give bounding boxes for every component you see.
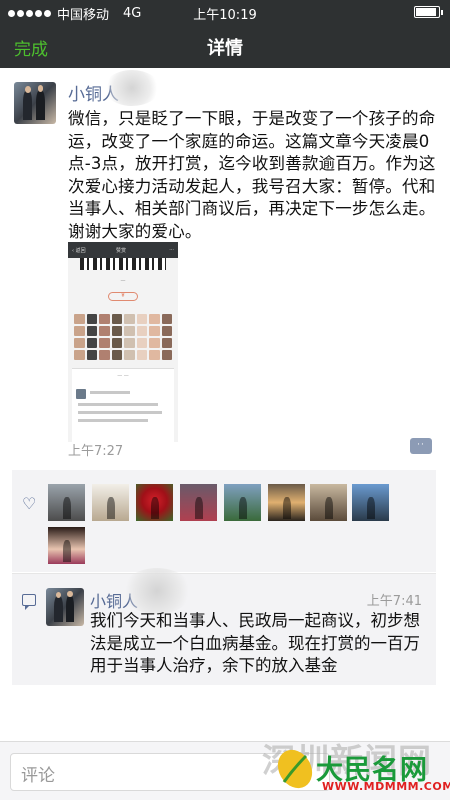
like-avatar-figure — [62, 496, 71, 520]
page-title: 详情 — [207, 38, 243, 59]
screenshot-thumb — [111, 350, 122, 360]
like-avatar[interactable] — [136, 484, 173, 521]
screenshot-thumb — [149, 338, 160, 348]
screenshot-thumb — [136, 326, 147, 336]
comment-item[interactable]: 小铜人 上午7:41 我们今天和当事人、民政局一起商议，初步想法是成立一个白血病… — [12, 568, 436, 685]
screenshot-thumb — [161, 338, 172, 348]
like-avatar-figure — [194, 496, 203, 520]
comment-name-blur-mask — [122, 568, 192, 614]
screenshot-thumb — [161, 326, 172, 336]
screenshot-thumb — [149, 314, 160, 324]
screenshot-comment-card: — — — [72, 368, 174, 442]
likes-panel: ♡ — [12, 470, 436, 572]
watermark-leaf-logo — [277, 749, 313, 789]
screenshot-small-text: — — [120, 278, 126, 284]
like-avatar[interactable] — [224, 484, 261, 521]
screenshot-thumb — [74, 350, 85, 360]
like-avatar-figure — [282, 496, 291, 520]
screenshot-thumb — [124, 326, 135, 336]
screenshot-thumb — [86, 338, 97, 348]
screenshot-thumb — [124, 338, 135, 348]
screenshot-avatar-grid — [74, 314, 172, 360]
like-avatar[interactable] — [268, 484, 305, 521]
screenshot-thumb — [74, 326, 85, 336]
screenshot-thumb — [86, 350, 97, 360]
moments-detail-screen: 中国移动 4G 上午10:19 完成 详情 小铜人 微信，只是眨了一下眼，于是改… — [0, 0, 450, 800]
watermark-url: WWW.MDMMM.COM — [322, 780, 450, 793]
heart-icon: ♡ — [22, 494, 37, 513]
screenshot-thumb — [149, 350, 160, 360]
screenshot-thumb — [111, 338, 122, 348]
like-avatar[interactable] — [310, 484, 347, 521]
like-avatar-figure — [150, 496, 159, 520]
screenshot-thumb — [161, 314, 172, 324]
post-text: 微信，只是眨了一下眼，于是改变了一个孩子的命运，改变了一个家庭的命运。这篇文章今… — [68, 109, 436, 241]
like-avatar[interactable] — [48, 527, 85, 564]
status-time: 上午10:19 — [193, 8, 257, 23]
like-avatar-figure — [366, 496, 375, 520]
nav-bar: 完成 详情 — [0, 24, 450, 68]
like-avatar[interactable] — [92, 484, 129, 521]
screenshot-thumb — [124, 350, 135, 360]
screenshot-thumb — [99, 314, 110, 324]
screenshot-thumb — [136, 314, 147, 324]
screenshot-pill: ¥ — [108, 292, 138, 301]
name-blur-mask — [104, 70, 160, 106]
like-avatar-figure — [106, 496, 115, 520]
screenshot-thumb — [149, 326, 160, 336]
screenshot-thumb — [86, 326, 97, 336]
screenshot-top-bar: ‹ 返回 赞赏 ··· — [68, 242, 178, 258]
screenshot-thumb — [86, 314, 97, 324]
comment-action-button[interactable]: ·· — [410, 438, 432, 454]
screenshot-thumb — [74, 338, 85, 348]
like-avatar-figure — [62, 539, 71, 563]
screenshot-thumb — [136, 338, 147, 348]
article-screenshot-image[interactable]: ‹ 返回 赞赏 ··· — ¥ — — — [68, 242, 178, 442]
status-bar: 中国移动 4G 上午10:19 — [0, 0, 450, 24]
commenter-avatar[interactable] — [46, 588, 84, 626]
screenshot-thumb — [99, 350, 110, 360]
screenshot-thumb — [99, 338, 110, 348]
screenshot-thumb — [111, 314, 122, 324]
comment-icon — [22, 594, 36, 610]
comment-time: 上午7:41 — [366, 594, 422, 609]
avatar[interactable] — [14, 82, 56, 124]
battery-icon — [414, 6, 443, 18]
like-avatar[interactable] — [48, 484, 85, 521]
like-avatar-figure — [324, 496, 333, 520]
screenshot-thumb — [111, 326, 122, 336]
screenshot-thumb — [99, 326, 110, 336]
like-avatar-figure — [238, 496, 247, 520]
screenshot-qr-strip — [80, 258, 166, 270]
like-avatar[interactable] — [352, 484, 389, 521]
screenshot-thumb — [124, 314, 135, 324]
post-time: 上午7:27 — [68, 444, 124, 459]
like-avatar[interactable] — [180, 484, 217, 521]
screenshot-thumb — [136, 350, 147, 360]
battery-fill — [416, 8, 437, 16]
screenshot-thumb — [161, 350, 172, 360]
comment-text: 我们今天和当事人、民政局一起商议，初步想法是成立一个白血病基金。现在打赏的一百万… — [90, 611, 420, 675]
screenshot-thumb — [74, 314, 85, 324]
